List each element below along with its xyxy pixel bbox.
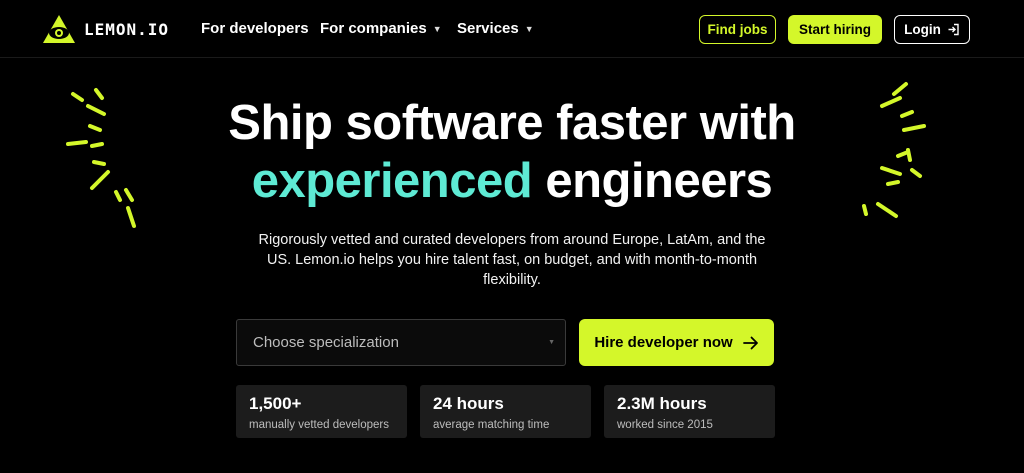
stat-card-vetted-developers: 1,500+ manually vetted developers	[236, 385, 407, 438]
stat-card-hours-worked: 2.3M hours worked since 2015	[604, 385, 775, 438]
chevron-down-icon: ▼	[432, 23, 442, 34]
nav-for-companies[interactable]: For companies ▼	[320, 20, 442, 37]
stat-value: 1,500+	[249, 394, 302, 413]
chevron-down-icon: ▼	[524, 23, 534, 34]
stat-label: worked since 2015	[617, 419, 713, 431]
login-label: Login	[904, 22, 941, 37]
hero-title-line-2: experienced engineers	[0, 152, 1024, 210]
eye-triangle-logo-icon	[43, 15, 75, 43]
chevron-down-icon: ▼	[548, 339, 555, 346]
hero-title-accent: experienced	[251, 154, 533, 208]
brand-logo[interactable]: LEMON.IO	[42, 14, 169, 44]
find-jobs-button[interactable]: Find jobs	[699, 15, 776, 44]
nav-services[interactable]: Services ▼	[457, 20, 534, 37]
brand-name: LEMON.IO	[84, 19, 170, 39]
nav-for-developers[interactable]: For developers	[201, 20, 309, 37]
start-hiring-button[interactable]: Start hiring	[788, 15, 882, 44]
nav-link-label: For developers	[201, 20, 309, 37]
login-arrow-icon	[948, 23, 959, 36]
stat-card-matching-time: 24 hours average matching time	[420, 385, 591, 438]
hire-developer-label: Hire developer now	[594, 334, 733, 351]
login-button[interactable]: Login	[894, 15, 970, 44]
hire-developer-button[interactable]: Hire developer now	[579, 319, 774, 366]
nav-link-label: Services	[457, 20, 519, 37]
arrow-right-icon	[742, 336, 758, 349]
stat-value: 2.3M hours	[617, 394, 707, 413]
stat-label: average matching time	[433, 419, 550, 431]
top-navigation: LEMON.IO For developers For companies ▼ …	[0, 0, 1024, 58]
hero-title-rest: engineers	[545, 154, 773, 208]
specialization-placeholder: Choose specialization	[253, 334, 399, 351]
hero-subtitle: Rigorously vetted and curated developers…	[258, 232, 766, 288]
hero-title-line-1: Ship software faster with	[228, 96, 796, 150]
stat-label: manually vetted developers	[249, 419, 389, 431]
nav-link-label: For companies	[320, 20, 427, 37]
stat-value: 24 hours	[433, 394, 504, 413]
specialization-select[interactable]: Choose specialization ▼	[236, 319, 566, 366]
